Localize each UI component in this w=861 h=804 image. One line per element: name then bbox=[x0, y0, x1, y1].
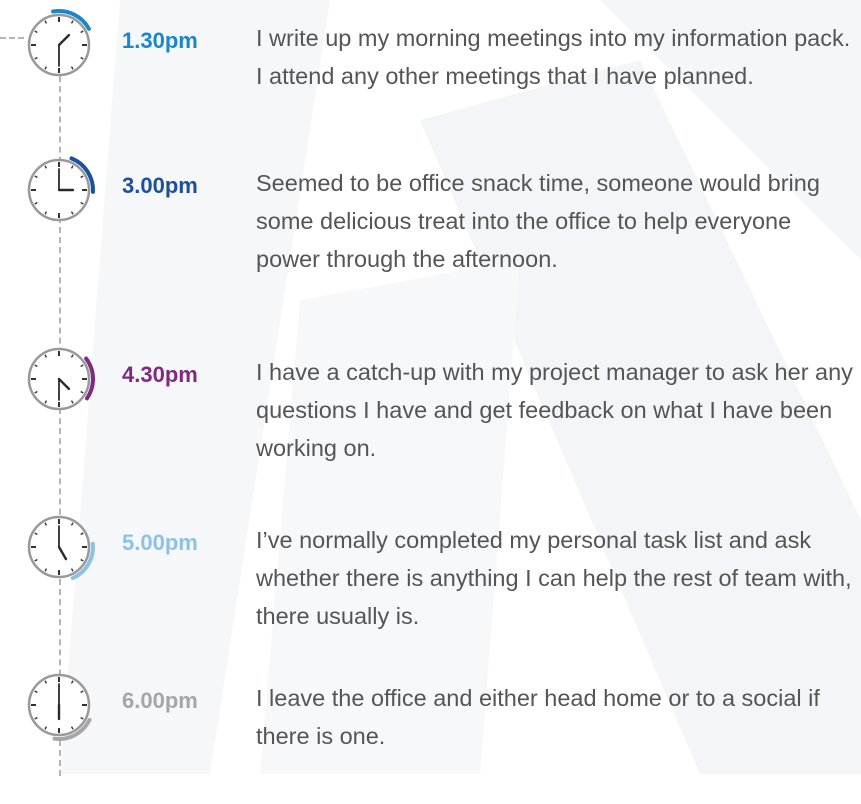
entry-time: 6.00pm bbox=[122, 688, 198, 713]
clock-icon bbox=[27, 156, 95, 222]
entry-text: Seemed to be office snack time, someone … bbox=[256, 170, 820, 272]
entry-time: 5.00pm bbox=[122, 530, 198, 555]
entry-text: I write up my morning meetings into my i… bbox=[256, 25, 851, 89]
entry-time: 1.30pm bbox=[122, 28, 198, 53]
timeline-entry: 4.30pm I have a catch-up with my project… bbox=[0, 338, 861, 478]
timeline-entry: 3.00pm Seemed to be office snack time, s… bbox=[0, 149, 861, 289]
entry-time: 3.00pm bbox=[122, 173, 198, 198]
clock-icon bbox=[27, 515, 95, 581]
timeline-entry: 5.00pm I’ve normally completed my person… bbox=[0, 506, 861, 646]
entry-time: 4.30pm bbox=[122, 362, 198, 387]
entry-text: I’ve normally completed my personal task… bbox=[256, 527, 852, 629]
clock-icon bbox=[27, 347, 95, 411]
timeline-entry: 1.30pm I write up my morning meetings in… bbox=[0, 4, 861, 144]
entry-text: I leave the office and either head home … bbox=[256, 685, 820, 749]
clock-icon bbox=[27, 673, 92, 741]
timeline-entry: 6.00pm I leave the office and either hea… bbox=[0, 664, 861, 804]
clock-icon bbox=[27, 9, 91, 77]
entry-text: I have a catch-up with my project manage… bbox=[256, 359, 853, 461]
